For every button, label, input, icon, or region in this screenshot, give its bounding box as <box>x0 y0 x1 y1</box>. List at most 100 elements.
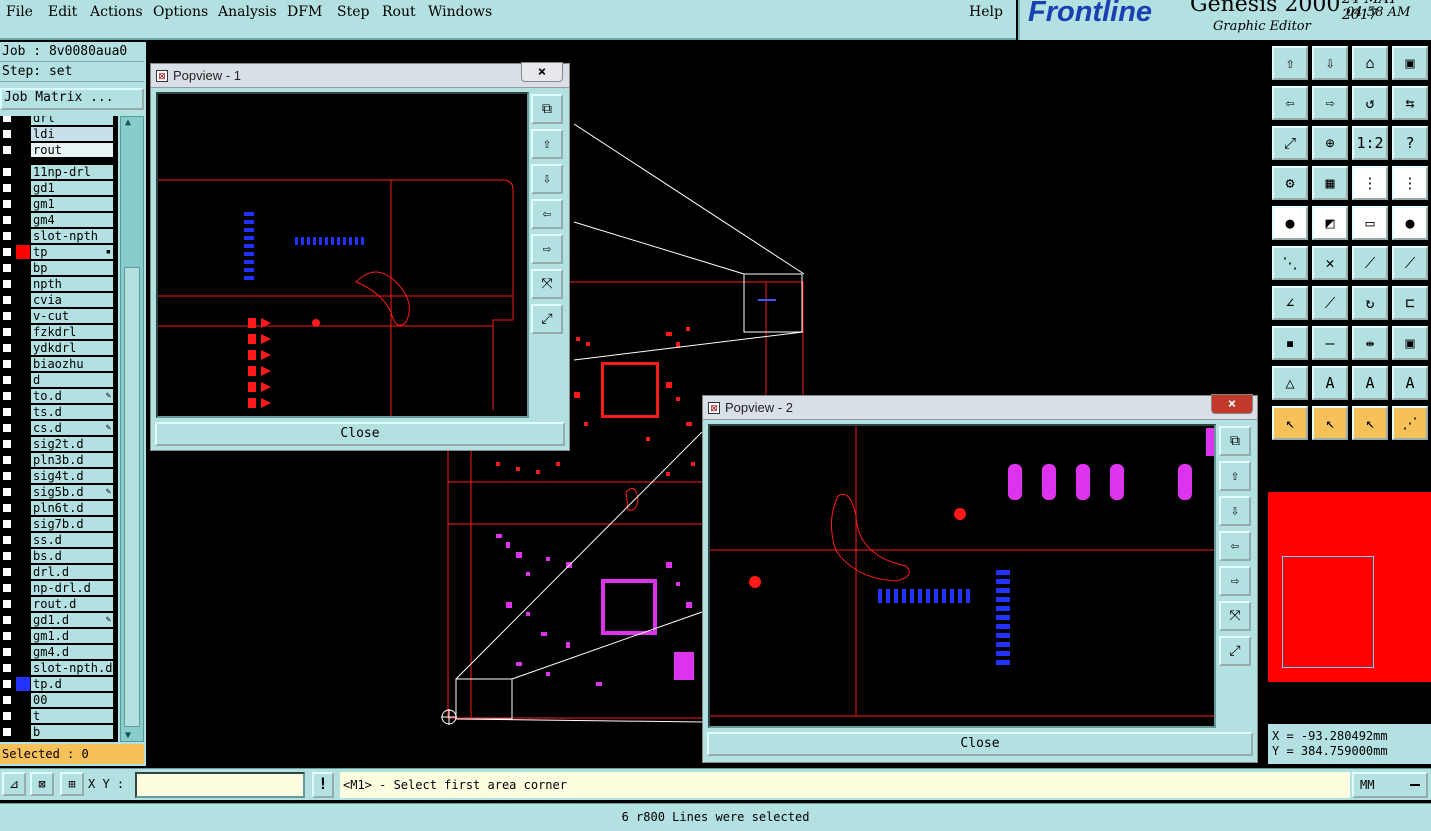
menu-edit[interactable]: Edit <box>48 4 77 20</box>
layer-name[interactable]: rout.d <box>31 597 113 611</box>
layer-scrollbar[interactable]: ▲ ▼ <box>120 116 144 742</box>
layer-name[interactable]: npth <box>31 277 113 291</box>
layer-checkbox[interactable] <box>2 439 12 449</box>
pan-right-icon[interactable]: ⇨ <box>531 234 563 264</box>
layer-color-swatch[interactable] <box>16 405 30 419</box>
layer-list[interactable]: drl ldi rout 11np-drl gd1 gm1 gm4 slot-npth tp ▪ b… <box>0 116 118 742</box>
layer-name[interactable]: gd1.d ✎ <box>31 613 113 627</box>
layer-color-swatch[interactable] <box>16 629 30 643</box>
units-select[interactable]: MM <box>1352 772 1428 798</box>
layer-checkbox[interactable] <box>2 423 12 433</box>
layer-checkbox[interactable] <box>2 327 12 337</box>
text-icon[interactable]: A <box>1392 366 1428 400</box>
layer-row[interactable]: b <box>0 724 118 740</box>
menu-dfm[interactable]: DFM <box>287 4 322 20</box>
layer-name[interactable]: cs.d ✎ <box>31 421 113 435</box>
layer-row[interactable]: gm4 <box>0 212 118 228</box>
menu-actions[interactable]: Actions <box>90 4 143 20</box>
layer-checkbox[interactable] <box>2 679 12 689</box>
popview-1-close-x[interactable]: × <box>521 62 563 82</box>
layer-color-swatch[interactable] <box>16 325 30 339</box>
popview-2-view[interactable] <box>708 424 1216 728</box>
layer-name[interactable]: pln3b.d <box>31 453 113 467</box>
layer-color-swatch[interactable] <box>16 517 30 531</box>
layer-name[interactable]: ts.d <box>31 405 113 419</box>
zoom-center-icon[interactable]: ⊕ <box>1312 126 1348 160</box>
layer-color-swatch[interactable] <box>16 277 30 291</box>
layer-row[interactable]: 11np-drl <box>0 164 118 180</box>
layer-row[interactable]: ss.d <box>0 532 118 548</box>
layer-name[interactable]: bs.d <box>31 549 113 563</box>
layer-color-swatch[interactable] <box>16 245 30 259</box>
menu-help[interactable]: Help <box>969 4 1003 20</box>
scroll-up-icon[interactable]: ▲ <box>125 117 131 128</box>
layer-name[interactable]: gm1.d <box>31 629 113 643</box>
home-icon[interactable]: ⌂ <box>1352 46 1388 80</box>
layer-color-swatch[interactable] <box>16 389 30 403</box>
pan-right-icon[interactable]: ⇨ <box>1219 566 1251 596</box>
layer-name[interactable]: 00 <box>31 693 113 707</box>
scroll-thumb[interactable] <box>124 267 140 727</box>
select-icon[interactable]: ↖ <box>1272 406 1308 440</box>
layer-checkbox[interactable] <box>2 183 12 193</box>
layer-checkbox[interactable] <box>2 359 12 369</box>
layer-checkbox[interactable] <box>2 727 12 737</box>
menu-analysis[interactable]: Analysis <box>218 4 277 20</box>
layer-row[interactable]: sig5b.d ✎ <box>0 484 118 500</box>
layer-row[interactable]: pln6t.d <box>0 500 118 516</box>
layer-color-swatch[interactable] <box>16 661 30 675</box>
pan-right-icon[interactable]: ⇨ <box>1312 86 1348 120</box>
line-icon[interactable]: ⟋ <box>1352 246 1388 280</box>
pan-down-icon[interactable]: ⇩ <box>1312 46 1348 80</box>
popview-1-close-button[interactable]: Close <box>155 422 565 446</box>
layer-color-swatch[interactable] <box>16 357 30 371</box>
measure-icon[interactable]: ⇹ <box>1352 326 1388 360</box>
layer-name[interactable]: sig5b.d ✎ <box>31 485 113 499</box>
measure-icon[interactable]: ⊠ <box>30 772 54 796</box>
layer-row[interactable]: cs.d ✎ <box>0 420 118 436</box>
layer-color-swatch[interactable] <box>16 597 30 611</box>
layer-name[interactable]: np-drl.d <box>31 581 113 595</box>
layer-color-swatch[interactable] <box>16 693 30 707</box>
layer-name[interactable]: tp ▪ <box>31 245 113 259</box>
layer-checkbox[interactable] <box>2 503 12 513</box>
text-icon[interactable]: A <box>1312 366 1348 400</box>
select-icon[interactable]: ↖ <box>1312 406 1348 440</box>
layer-color-swatch[interactable] <box>16 143 30 157</box>
popview-2-close-button[interactable]: Close <box>707 732 1253 756</box>
menu-step[interactable]: Step <box>337 4 369 20</box>
layer-color-swatch[interactable] <box>16 725 30 739</box>
layer-row[interactable]: bs.d <box>0 548 118 564</box>
layer-name[interactable]: sig2t.d <box>31 437 113 451</box>
scroll-down-icon[interactable]: ▼ <box>125 730 131 741</box>
grid-icon[interactable]: ▦ <box>1312 166 1348 200</box>
layer-checkbox[interactable] <box>2 231 12 241</box>
popview-1-view[interactable] <box>156 92 529 418</box>
overview-map[interactable] <box>1268 492 1431 682</box>
layer-color-swatch[interactable] <box>16 709 30 723</box>
layer-color-swatch[interactable] <box>16 421 30 435</box>
line-icon[interactable]: ⟋ <box>1312 286 1348 320</box>
layer-row[interactable]: biaozhu <box>0 356 118 372</box>
layer-row[interactable]: ldi <box>0 126 118 142</box>
pan-down-icon[interactable]: ⇩ <box>531 164 563 194</box>
layer-name[interactable]: pln6t.d <box>31 501 113 515</box>
layer-name[interactable]: drl.d <box>31 565 113 579</box>
layer-name[interactable]: v-cut <box>31 309 113 323</box>
popview-2-titlebar[interactable]: ⊠ Popview - 2 <box>703 396 1257 420</box>
layer-row[interactable]: sig7b.d <box>0 516 118 532</box>
layer-color-swatch[interactable] <box>16 533 30 547</box>
layer-checkbox[interactable] <box>2 583 12 593</box>
layer-checkbox[interactable] <box>2 711 12 721</box>
layer-name[interactable]: t <box>31 709 113 723</box>
layer-name[interactable]: sig4t.d <box>31 469 113 483</box>
menu-file[interactable]: File <box>6 4 33 20</box>
layer-name[interactable]: gm1 <box>31 197 113 211</box>
layer-color-swatch[interactable] <box>16 501 30 515</box>
layer-name[interactable]: b <box>31 725 113 739</box>
pad-icon[interactable]: ▪ <box>1272 326 1308 360</box>
layer-color-swatch[interactable] <box>16 127 30 141</box>
layer-row[interactable]: d <box>0 372 118 388</box>
circle-icon[interactable]: ● <box>1392 206 1428 240</box>
layer-checkbox[interactable] <box>2 129 12 139</box>
